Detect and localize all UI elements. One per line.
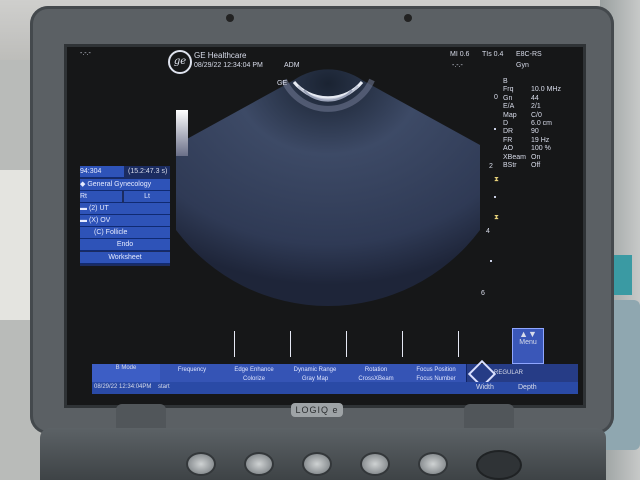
param-value: 6.0 cm bbox=[531, 120, 553, 127]
param-row: BStr Off bbox=[503, 162, 577, 171]
regular-label: REGULAR bbox=[494, 370, 524, 376]
bezel-screw bbox=[404, 14, 412, 22]
focus-marker-icon: ⧗ bbox=[494, 176, 499, 183]
width-label: Width bbox=[476, 384, 494, 391]
start-button[interactable]: start bbox=[158, 384, 170, 390]
body-side-left[interactable]: Lt bbox=[124, 191, 170, 203]
scan-line bbox=[346, 331, 347, 357]
scan-line bbox=[458, 331, 459, 357]
depth-mark-4: 4 bbox=[486, 228, 490, 235]
param-label: FR bbox=[503, 136, 513, 144]
depth-tick bbox=[490, 260, 492, 262]
sidebar-item-endo[interactable]: Endo bbox=[80, 239, 170, 251]
status-datetime: 08/29/22 12:34:04PM bbox=[94, 384, 152, 390]
preset-name: Gyn bbox=[516, 62, 529, 69]
param-value: 100 % bbox=[531, 145, 551, 153]
param-value: 2/1 bbox=[531, 103, 541, 111]
worksheet-button[interactable]: Worksheet bbox=[80, 252, 170, 264]
param-label: B bbox=[503, 78, 508, 85]
scan-sector bbox=[176, 69, 480, 306]
param-label: BStr bbox=[503, 162, 517, 169]
depth-mark-6: 6 bbox=[481, 290, 485, 297]
mode-button[interactable]: B Mode bbox=[92, 364, 160, 382]
sidebar-item-label: (X) OV bbox=[88, 217, 111, 224]
param-label: Gn bbox=[503, 94, 513, 102]
sidebar-item-label: (2) UT bbox=[88, 205, 109, 212]
sidebar-item-ut[interactable]: ▬ (2) UT bbox=[80, 203, 170, 215]
cine-time: (15.2:47.3 s) bbox=[128, 168, 168, 175]
menu-button[interactable]: ▲▼ Menu bbox=[512, 328, 544, 364]
param-label: XBeam bbox=[503, 153, 526, 161]
tgc-knob[interactable] bbox=[302, 452, 332, 476]
tgc-knob[interactable] bbox=[244, 452, 274, 476]
param-label: DR bbox=[503, 128, 514, 136]
header-dashes: -.-.- bbox=[80, 50, 91, 57]
logiq-logo: LOGIQ e bbox=[291, 403, 343, 417]
exam-type[interactable]: ◆ General Gynecology bbox=[80, 179, 170, 191]
bezel-screw bbox=[226, 14, 234, 22]
ultrasound-image bbox=[176, 69, 480, 306]
menu-arrows-icon: ▲▼ bbox=[519, 329, 537, 339]
mode-label: B Mode bbox=[115, 365, 137, 371]
param-label: Frq bbox=[503, 86, 514, 94]
sidebar-item-ov[interactable]: ▬ (X) OV bbox=[80, 215, 170, 227]
exam-type-label: General Gynecology bbox=[87, 181, 152, 188]
param-label: E/A bbox=[503, 103, 515, 111]
tgc-knob[interactable] bbox=[418, 452, 448, 476]
param-value: 90 bbox=[531, 128, 539, 136]
param-label: AO bbox=[503, 145, 514, 153]
param-label: Map bbox=[503, 111, 517, 119]
depth-label: Depth bbox=[518, 384, 537, 391]
tgc-knob[interactable] bbox=[186, 452, 216, 476]
depth-tick bbox=[494, 128, 496, 130]
param-value: Off bbox=[531, 162, 541, 169]
param-label: D bbox=[503, 120, 509, 127]
cine-counter: 94:304 bbox=[80, 166, 124, 178]
tgc-knob[interactable] bbox=[360, 452, 390, 476]
param-value: 44 bbox=[531, 94, 539, 102]
scan-line bbox=[402, 331, 403, 357]
scan-line bbox=[290, 331, 291, 357]
param-value: On bbox=[531, 153, 541, 161]
focus-marker-icon: ⧗ bbox=[494, 214, 499, 221]
gray-scale-bar bbox=[176, 110, 188, 156]
menu-label: Menu bbox=[519, 339, 537, 346]
depth-zero: 0 bbox=[494, 94, 498, 101]
body-side-right[interactable]: Rt bbox=[80, 191, 122, 203]
scan-line bbox=[234, 331, 235, 357]
probe-name: E8C-RS bbox=[516, 51, 542, 58]
depth-mark-2: 2 bbox=[489, 163, 493, 170]
param-value: 10.0 MHz bbox=[531, 86, 561, 94]
depth-tick bbox=[494, 196, 496, 198]
thermal-index: TIs 0.4 bbox=[482, 51, 504, 58]
orientation-marker: GE bbox=[277, 80, 288, 87]
param-value: C/0 bbox=[531, 111, 542, 119]
trackball[interactable] bbox=[476, 450, 522, 480]
param-value: 19 Hz bbox=[531, 136, 550, 144]
sidebar-item-follicle[interactable]: (C) Follicle bbox=[80, 227, 170, 239]
